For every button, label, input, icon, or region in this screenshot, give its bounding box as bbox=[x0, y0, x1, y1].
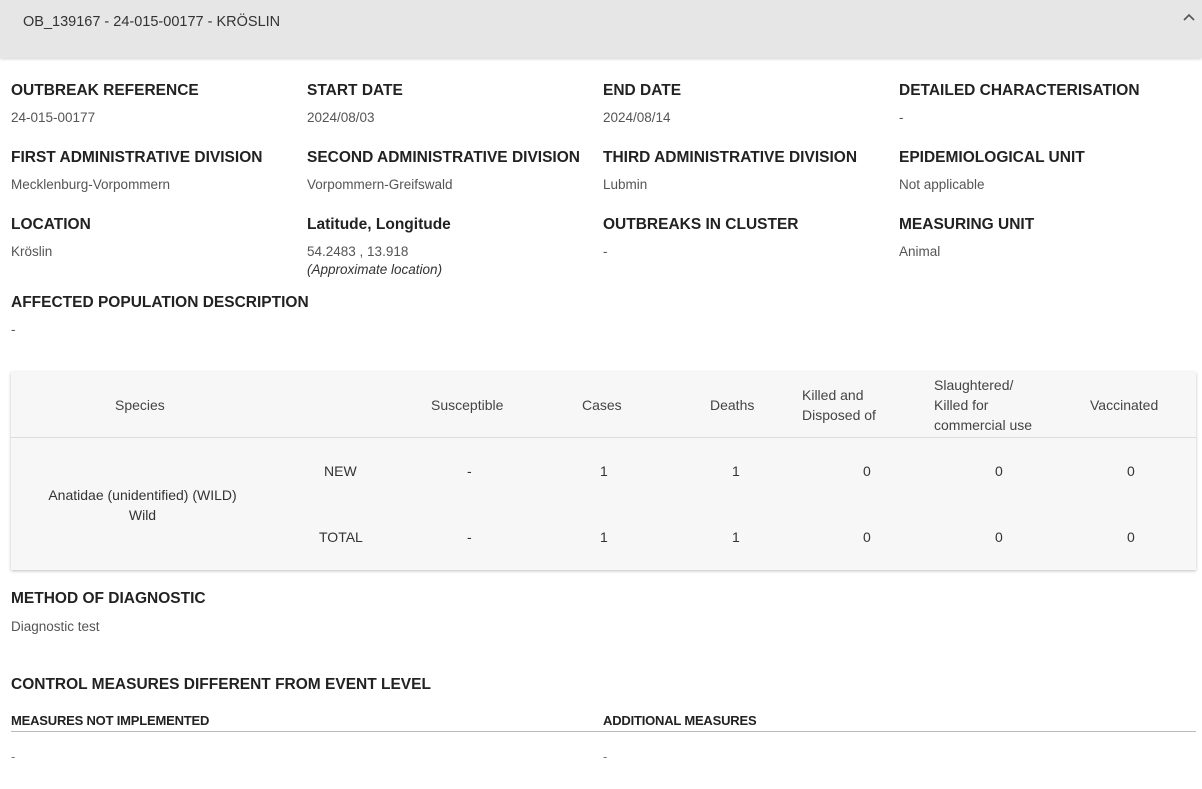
location-value: Kröslin bbox=[11, 244, 53, 259]
detailed-characterisation-label: DETAILED CHARACTERISATION bbox=[899, 82, 1140, 99]
end-date-label: END DATE bbox=[603, 82, 682, 99]
cell-killed: 0 bbox=[863, 529, 871, 545]
second-admin-field: SECOND ADMINISTRATIVE DIVISION Vorpommer… bbox=[307, 149, 580, 192]
epi-unit-label: EPIDEMIOLOGICAL UNIT bbox=[899, 149, 1085, 166]
start-date-label: START DATE bbox=[307, 82, 403, 99]
first-admin-label: FIRST ADMINISTRATIVE DIVISION bbox=[11, 149, 263, 166]
third-admin-value: Lubmin bbox=[603, 177, 648, 192]
th-slaughtered: Slaughtered/ Killed for commercial use bbox=[934, 375, 1032, 435]
outbreak-reference-value: 24-015-00177 bbox=[11, 110, 96, 125]
outbreaks-cluster-value: - bbox=[603, 244, 608, 259]
affected-population-field: AFFECTED POPULATION DESCRIPTION - bbox=[11, 294, 309, 337]
species-cell: Anatidae (unidentified) (WILD) Wild bbox=[11, 485, 274, 525]
affected-population-label: AFFECTED POPULATION DESCRIPTION bbox=[11, 294, 309, 311]
cell-vaccinated: 0 bbox=[1127, 529, 1135, 545]
end-date-field: END DATE 2024/08/14 bbox=[603, 82, 681, 125]
third-admin-label: THIRD ADMINISTRATIVE DIVISION bbox=[603, 149, 858, 166]
th-killed: Killed and Disposed of bbox=[802, 385, 876, 425]
th-slaughtered-line3: commercial use bbox=[934, 417, 1033, 433]
epi-unit-value: Not applicable bbox=[899, 177, 985, 192]
measures-not-implemented-value: - bbox=[11, 749, 16, 764]
th-killed-line2: Disposed of bbox=[802, 407, 876, 423]
cell-cases: 1 bbox=[600, 529, 608, 545]
detailed-characterisation-field: DETAILED CHARACTERISATION - bbox=[899, 82, 1140, 125]
location-label: LOCATION bbox=[11, 216, 91, 233]
chevron-up-icon[interactable] bbox=[1181, 10, 1197, 26]
outbreak-panel-header[interactable]: OB_139167 - 24-015-00177 - KRÖSLIN bbox=[0, 0, 1202, 58]
row-type: TOTAL bbox=[319, 529, 363, 545]
th-cases: Cases bbox=[582, 397, 622, 413]
th-deaths: Deaths bbox=[710, 397, 755, 413]
third-admin-field: THIRD ADMINISTRATIVE DIVISION Lubmin bbox=[603, 149, 857, 192]
outbreaks-cluster-field: OUTBREAKS IN CLUSTER - bbox=[603, 216, 798, 259]
th-vaccinated: Vaccinated bbox=[1090, 397, 1159, 413]
approximate-location-note: (Approximate location) bbox=[307, 262, 443, 277]
table-header: Species Susceptible Cases Deaths Killed … bbox=[11, 372, 1196, 438]
measuring-unit-value: Animal bbox=[899, 244, 941, 259]
th-slaughtered-line2: Killed for bbox=[934, 397, 989, 413]
method-value: Diagnostic test bbox=[11, 619, 100, 634]
row-type: NEW bbox=[324, 463, 357, 479]
lat-long-field: Latitude, Longitude 54.2483 , 13.918 (Ap… bbox=[307, 216, 451, 277]
cell-slaughtered: 0 bbox=[995, 529, 1003, 545]
outbreak-reference-label: OUTBREAK REFERENCE bbox=[11, 82, 199, 99]
control-measures-title: CONTROL MEASURES DIFFERENT FROM EVENT LE… bbox=[11, 676, 431, 693]
measuring-unit-field: MEASURING UNIT Animal bbox=[899, 216, 1034, 259]
cell-killed: 0 bbox=[863, 463, 871, 479]
location-field: LOCATION Kröslin bbox=[11, 216, 91, 259]
species-wild: Wild bbox=[128, 507, 157, 523]
cell-susceptible: - bbox=[467, 529, 472, 545]
first-admin-field: FIRST ADMINISTRATIVE DIVISION Mecklenbur… bbox=[11, 149, 262, 192]
panel-title: OB_139167 - 24-015-00177 - KRÖSLIN bbox=[23, 14, 281, 30]
cell-cases: 1 bbox=[600, 463, 608, 479]
additional-measures-value: - bbox=[603, 749, 608, 764]
epi-unit-field: EPIDEMIOLOGICAL UNIT Not applicable bbox=[899, 149, 1085, 192]
start-date-field: START DATE 2024/08/03 bbox=[307, 82, 403, 125]
measures-not-implemented-label: MEASURES NOT IMPLEMENTED bbox=[11, 713, 210, 728]
species-table: Species Susceptible Cases Deaths Killed … bbox=[11, 372, 1196, 570]
cell-vaccinated: 0 bbox=[1127, 463, 1135, 479]
th-susceptible: Susceptible bbox=[431, 397, 504, 413]
cell-deaths: 1 bbox=[732, 463, 740, 479]
cell-deaths: 1 bbox=[732, 529, 740, 545]
th-species: Species bbox=[115, 397, 165, 413]
additional-measures-label: ADDITIONAL MEASURES bbox=[603, 713, 757, 728]
measuring-unit-label: MEASURING UNIT bbox=[899, 216, 1035, 233]
second-admin-value: Vorpommern-Greifswald bbox=[307, 177, 453, 192]
outbreak-reference-field: OUTBREAK REFERENCE 24-015-00177 bbox=[11, 82, 199, 125]
species-name: Anatidae (unidentified) (WILD) bbox=[48, 487, 237, 503]
end-date-value: 2024/08/14 bbox=[603, 110, 671, 125]
cell-susceptible: - bbox=[467, 463, 472, 479]
outbreaks-cluster-label: OUTBREAKS IN CLUSTER bbox=[603, 216, 799, 233]
lat-long-label: Latitude, Longitude bbox=[307, 216, 451, 233]
divider bbox=[11, 731, 1196, 732]
lat-long-value: 54.2483 , 13.918 bbox=[307, 244, 409, 259]
cell-slaughtered: 0 bbox=[995, 463, 1003, 479]
th-slaughtered-line1: Slaughtered/ bbox=[934, 377, 1014, 393]
detailed-characterisation-value: - bbox=[899, 110, 904, 125]
start-date-value: 2024/08/03 bbox=[307, 110, 375, 125]
method-label: METHOD OF DIAGNOSTIC bbox=[11, 590, 206, 607]
second-admin-label: SECOND ADMINISTRATIVE DIVISION bbox=[307, 149, 580, 166]
first-admin-value: Mecklenburg-Vorpommern bbox=[11, 177, 171, 192]
affected-population-value: - bbox=[11, 322, 16, 337]
th-killed-line1: Killed and bbox=[802, 387, 864, 403]
